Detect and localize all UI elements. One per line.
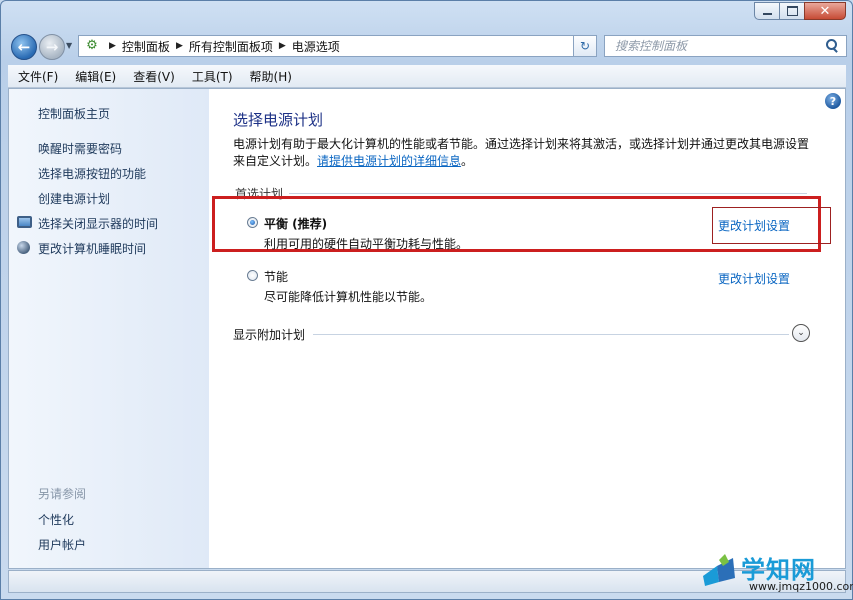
navigation-bar: ← → ▼ ⚙ ▶ 控制面板 ▶ 所有控制面板项 ▶ 电源选项 ▼ ↻ bbox=[7, 33, 847, 61]
address-bar[interactable]: ⚙ ▶ 控制面板 ▶ 所有控制面板项 ▶ 电源选项 ▼ bbox=[78, 35, 596, 57]
breadcrumb-control-panel[interactable]: 控制面板 bbox=[122, 38, 170, 55]
monitor-icon bbox=[17, 216, 32, 228]
plan-balanced-change-settings-link[interactable]: 更改计划设置 bbox=[718, 217, 790, 234]
search-icon[interactable] bbox=[824, 38, 840, 54]
intro-end: 。 bbox=[461, 154, 474, 168]
sidebar-item-wake-password[interactable]: 唤醒时需要密码 bbox=[38, 140, 122, 157]
plan-power-saver-name[interactable]: 节能 bbox=[264, 268, 288, 285]
divider bbox=[313, 334, 789, 335]
minimize-icon bbox=[762, 13, 772, 15]
main-panel: ? 选择电源计划 电源计划有助于最大化计算机的性能或者节能。通过选择计划来将其激… bbox=[209, 89, 845, 568]
breadcrumb-separator-icon[interactable]: ▶ bbox=[109, 41, 116, 51]
menu-tools[interactable]: 工具(T) bbox=[182, 68, 240, 85]
task-pane: 控制面板主页 唤醒时需要密码 选择电源按钮的功能 创建电源计划 选择关闭显示器的… bbox=[9, 89, 209, 568]
divider bbox=[289, 193, 807, 194]
minimize-button[interactable] bbox=[754, 2, 780, 20]
sidebar-item-sleep-time[interactable]: 更改计算机睡眠时间 bbox=[38, 240, 146, 257]
sidebar-item-display-off[interactable]: 选择关闭显示器的时间 bbox=[38, 215, 158, 232]
sleep-icon bbox=[17, 241, 30, 254]
sidebar-item-control-panel-home[interactable]: 控制面板主页 bbox=[38, 105, 110, 122]
watermark: 学知网 www.jmqz1000.com bbox=[699, 544, 853, 598]
plan-power-saver-description: 尽可能降低计算机性能以节能。 bbox=[264, 290, 433, 304]
sidebar-item-personalization[interactable]: 个性化 bbox=[38, 511, 74, 528]
maximize-icon bbox=[786, 6, 798, 16]
back-arrow-icon: ← bbox=[17, 38, 31, 56]
watermark-logo-icon bbox=[703, 554, 735, 586]
breadcrumb-all-items[interactable]: 所有控制面板项 bbox=[189, 38, 273, 55]
close-icon: ✕ bbox=[819, 3, 831, 19]
intro-paragraph: 电源计划有助于最大化计算机的性能或者节能。通过选择计划来将其激活，或选择计划并通… bbox=[233, 136, 818, 170]
watermark-url: www.jmqz1000.com bbox=[749, 580, 853, 593]
expand-chevron-icon[interactable]: ⌄ bbox=[792, 324, 810, 342]
show-additional-plans-label[interactable]: 显示附加计划 bbox=[233, 326, 305, 343]
help-icon[interactable]: ? bbox=[825, 93, 841, 109]
plan-info-link[interactable]: 请提供电源计划的详细信息 bbox=[317, 154, 461, 168]
menu-bar: 文件(F) 编辑(E) 查看(V) 工具(T) 帮助(H) bbox=[8, 65, 846, 88]
sidebar-item-power-buttons[interactable]: 选择电源按钮的功能 bbox=[38, 165, 146, 182]
menu-help[interactable]: 帮助(H) bbox=[240, 68, 299, 85]
breadcrumb-separator-icon[interactable]: ▶ bbox=[279, 41, 286, 51]
forward-button[interactable]: → bbox=[39, 34, 65, 60]
recent-pages-dropdown[interactable]: ▼ bbox=[66, 41, 72, 50]
plan-balanced-description: 利用可用的硬件自动平衡功耗与性能。 bbox=[264, 237, 469, 251]
sidebar-item-user-accounts[interactable]: 用户帐户 bbox=[38, 536, 86, 553]
plan-balanced-radio[interactable] bbox=[247, 217, 258, 228]
refresh-icon: ↻ bbox=[579, 39, 591, 53]
menu-file[interactable]: 文件(F) bbox=[8, 68, 65, 85]
back-button[interactable]: ← bbox=[11, 34, 37, 60]
search-box bbox=[604, 35, 847, 57]
menu-view[interactable]: 查看(V) bbox=[123, 68, 182, 85]
content-area: 控制面板主页 唤醒时需要密码 选择电源按钮的功能 创建电源计划 选择关闭显示器的… bbox=[8, 88, 846, 569]
window: ✕ ← → ▼ ⚙ ▶ 控制面板 ▶ 所有控制面板项 ▶ 电源选项 ▼ ↻ 文件… bbox=[0, 0, 853, 600]
maximize-button[interactable] bbox=[779, 2, 805, 20]
forward-arrow-icon: → bbox=[45, 38, 59, 56]
refresh-button[interactable]: ↻ bbox=[573, 35, 597, 57]
menu-edit[interactable]: 编辑(E) bbox=[65, 68, 123, 85]
control-panel-icon: ⚙ bbox=[86, 38, 98, 53]
caption-buttons: ✕ bbox=[754, 2, 846, 20]
close-button[interactable]: ✕ bbox=[804, 2, 846, 20]
see-also-header: 另请参阅 bbox=[38, 487, 87, 501]
page-title: 选择电源计划 bbox=[233, 111, 324, 129]
search-input[interactable] bbox=[613, 38, 824, 54]
breadcrumb-power-options[interactable]: 电源选项 bbox=[292, 38, 340, 55]
plan-balanced-name[interactable]: 平衡 (推荐) bbox=[264, 215, 327, 232]
plan-power-saver-change-settings-link[interactable]: 更改计划设置 bbox=[718, 270, 790, 287]
sidebar-item-create-plan[interactable]: 创建电源计划 bbox=[38, 190, 110, 207]
breadcrumb-separator-icon[interactable]: ▶ bbox=[176, 41, 183, 51]
plan-power-saver-radio[interactable] bbox=[247, 270, 258, 281]
